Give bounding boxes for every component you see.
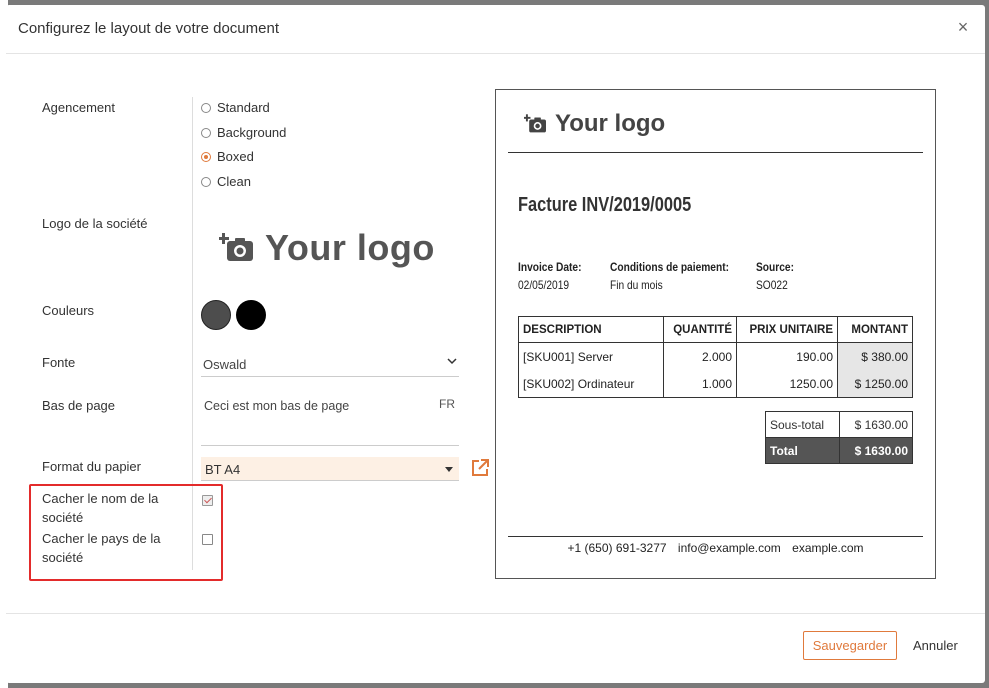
layout-option-label: Background bbox=[217, 125, 287, 140]
font-label: Fonte bbox=[42, 355, 76, 370]
subtotal-label: Sous-total bbox=[765, 411, 840, 438]
meta-value: SO022 bbox=[756, 278, 788, 292]
meta-value: 02/05/2019 bbox=[518, 278, 570, 292]
table-cell: 190.00 bbox=[736, 342, 838, 370]
table-cell: $ 1250.00 bbox=[837, 370, 913, 398]
layout-option-boxed[interactable]: Boxed bbox=[201, 149, 254, 164]
preview-invoice-lines-table: DESCRIPTION QUANTITÉ PRIX UNITAIRE MONTA… bbox=[518, 316, 913, 398]
logo-label: Logo de la société bbox=[42, 216, 148, 231]
table-cell: 1.000 bbox=[663, 370, 737, 398]
radio-standard[interactable] bbox=[201, 102, 211, 113]
document-preview: Your logo Facture INV/2019/0005 Invoice … bbox=[495, 89, 936, 579]
close-icon[interactable]: × bbox=[953, 17, 973, 37]
chevron-down-icon bbox=[447, 358, 457, 365]
footer-website: example.com bbox=[792, 541, 864, 555]
preview-footer: +1 (650) 691-3277 info@example.com examp… bbox=[496, 541, 935, 555]
paper-format-label: Format du papier bbox=[42, 459, 141, 474]
column-header: QUANTITÉ bbox=[663, 316, 737, 343]
save-button[interactable]: Sauvegarder bbox=[803, 631, 897, 660]
total-label: Total bbox=[765, 437, 840, 464]
logo-placeholder-text: Your logo bbox=[265, 227, 435, 268]
company-logo-upload[interactable]: Your logo bbox=[219, 227, 435, 269]
table-cell: [SKU001] Server bbox=[518, 342, 664, 370]
meta-label: Source: bbox=[756, 260, 794, 274]
table-cell: [SKU002] Ordinateur bbox=[518, 370, 664, 398]
meta-label: Conditions de paiement: bbox=[610, 260, 730, 274]
highlight-annotation-box bbox=[29, 484, 223, 581]
preview-meta-invoice-date: Invoice Date: 02/05/2019 bbox=[518, 260, 581, 292]
primary-color-swatch[interactable] bbox=[201, 300, 231, 330]
footer-language-toggle[interactable]: FR bbox=[439, 397, 455, 411]
table-cell: 1250.00 bbox=[736, 370, 838, 398]
column-header: DESCRIPTION bbox=[518, 316, 664, 343]
layout-option-standard[interactable]: Standard bbox=[201, 100, 270, 115]
footer-label: Bas de page bbox=[42, 398, 116, 413]
preview-logo: Your logo bbox=[524, 110, 665, 138]
colors-label: Couleurs bbox=[42, 303, 95, 318]
total-value: $ 1630.00 bbox=[838, 437, 914, 464]
add-photo-icon bbox=[524, 114, 546, 133]
layout-option-label: Clean bbox=[217, 174, 251, 189]
table-cell: 2.000 bbox=[663, 342, 737, 370]
preview-meta-source: Source: SO022 bbox=[756, 260, 794, 292]
footer-input[interactable]: Ceci est mon bas de page bbox=[204, 399, 349, 413]
paper-format-select[interactable]: BT A4 bbox=[201, 457, 459, 481]
layout-option-background[interactable]: Background bbox=[201, 125, 286, 140]
preview-header-rule bbox=[508, 152, 923, 153]
dialog-title: Configurez le layout de votre document bbox=[18, 20, 279, 37]
table-row: [SKU001] Server 2.000 190.00 $ 380.00 bbox=[518, 342, 913, 370]
table-header-row: DESCRIPTION QUANTITÉ PRIX UNITAIRE MONTA… bbox=[518, 316, 913, 343]
font-select[interactable]: Oswald bbox=[201, 352, 459, 377]
cancel-button[interactable]: Annuler bbox=[909, 631, 962, 660]
layout-option-label: Standard bbox=[217, 100, 270, 115]
caret-down-icon bbox=[445, 467, 453, 472]
dialog-footer: Sauvegarder Annuler bbox=[6, 613, 985, 684]
preview-meta-payment-terms: Conditions de paiement: Fin du mois bbox=[610, 260, 729, 292]
add-photo-icon bbox=[219, 233, 253, 261]
layout-option-clean[interactable]: Clean bbox=[201, 174, 251, 189]
radio-boxed[interactable] bbox=[201, 151, 211, 162]
table-cell: $ 380.00 bbox=[837, 342, 913, 370]
table-row: [SKU002] Ordinateur 1.000 1250.00 $ 1250… bbox=[518, 370, 913, 398]
radio-clean[interactable] bbox=[201, 176, 211, 187]
layout-option-label: Boxed bbox=[217, 149, 254, 164]
preview-footer-rule bbox=[508, 536, 923, 537]
subtotal-row: Sous-total $ 1630.00 bbox=[765, 411, 914, 438]
paper-format-value: BT A4 bbox=[205, 462, 241, 477]
secondary-color-swatch[interactable] bbox=[236, 300, 266, 330]
preview-invoice-title: Facture INV/2019/0005 bbox=[518, 194, 692, 216]
total-row: Total $ 1630.00 bbox=[765, 437, 914, 464]
footer-phone: +1 (650) 691-3277 bbox=[567, 541, 667, 555]
subtotal-value: $ 1630.00 bbox=[838, 411, 914, 438]
footer-input-underline bbox=[201, 423, 459, 446]
column-header: MONTANT bbox=[837, 316, 913, 343]
meta-value: Fin du mois bbox=[610, 278, 663, 292]
meta-label: Invoice Date: bbox=[518, 260, 582, 274]
column-header: PRIX UNITAIRE bbox=[736, 316, 838, 343]
footer-email: info@example.com bbox=[677, 541, 781, 555]
preview-logo-text: Your logo bbox=[555, 110, 666, 137]
layout-config-dialog: Configurez le layout de votre document ×… bbox=[6, 5, 985, 683]
external-link-icon[interactable] bbox=[470, 458, 490, 478]
dialog-header: Configurez le layout de votre document × bbox=[6, 5, 985, 54]
radio-background[interactable] bbox=[201, 127, 211, 138]
preview-totals-table: Sous-total $ 1630.00 Total $ 1630.00 bbox=[765, 411, 914, 464]
layout-label: Agencement bbox=[42, 100, 115, 115]
font-select-value: Oswald bbox=[203, 357, 247, 372]
